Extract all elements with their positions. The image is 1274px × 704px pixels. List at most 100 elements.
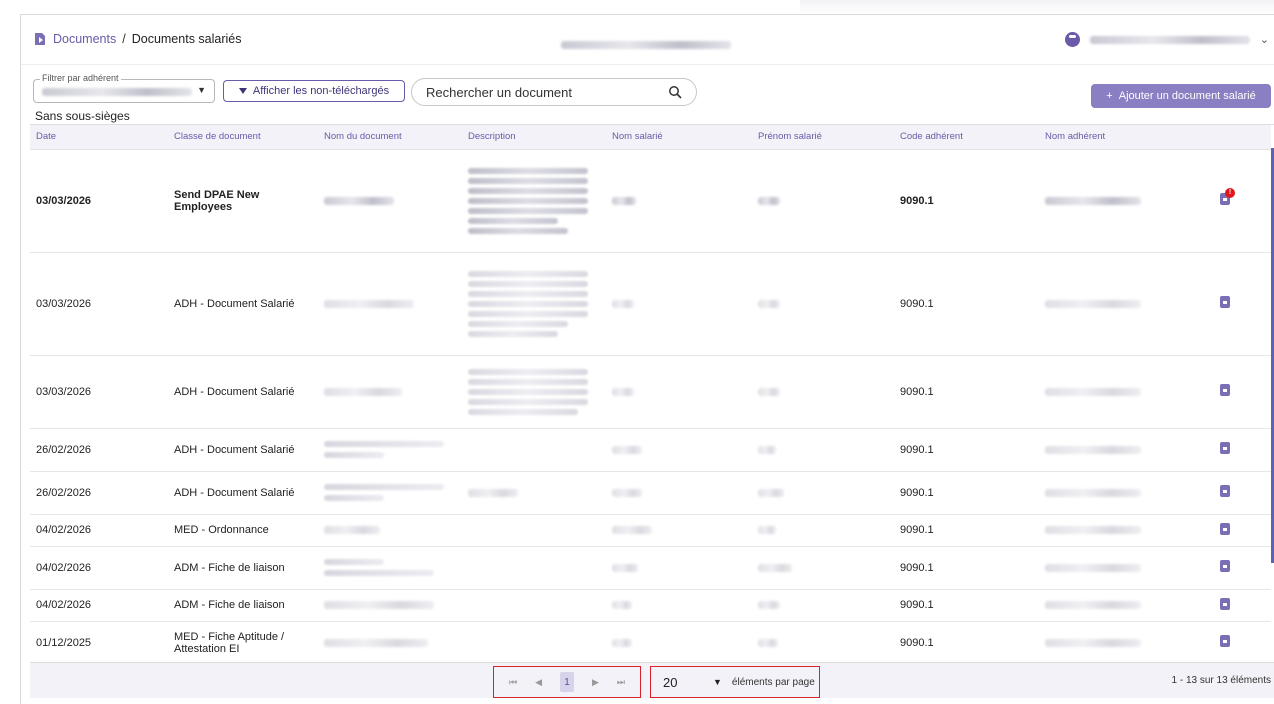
breadcrumb-documents-link[interactable]: Documents	[53, 32, 116, 46]
cell-member-code: 9090.1	[894, 355, 1039, 429]
column-header-employee-first-name[interactable]: Prénom salarié	[752, 125, 894, 150]
table-header-row: Date Classe de document Nom du document …	[30, 125, 1271, 150]
download-document-icon[interactable]	[1220, 522, 1230, 535]
cell-description-empty	[462, 514, 606, 547]
items-per-page-value[interactable]: 20	[663, 675, 703, 690]
filter-bar: Filtrer par adhérent ▼ Afficher les non-…	[21, 65, 1274, 113]
cell-member-name-redacted	[1039, 621, 1179, 662]
cell-member-code: 9090.1	[894, 149, 1039, 253]
download-document-icon[interactable]	[1220, 560, 1230, 572]
document-icon	[35, 33, 45, 45]
download-document-icon[interactable]	[1220, 384, 1230, 396]
previous-page-icon[interactable]: ◀	[535, 677, 542, 688]
items-per-page-selector[interactable]: 20 ▼ éléments par page	[650, 666, 820, 698]
cell-document-name-redacted	[318, 428, 462, 472]
first-page-icon[interactable]: ⏮	[509, 677, 517, 688]
cell-employee-last-name-redacted	[606, 514, 752, 547]
items-per-page-label: éléments par page	[731, 676, 815, 688]
column-header-document-class[interactable]: Classe de document	[168, 125, 318, 150]
download-document-icon[interactable]: !	[1220, 188, 1235, 205]
cell-document-class-line1: MED - Fiche Aptitude /	[174, 630, 285, 643]
column-header-member-code[interactable]: Code adhérent	[894, 125, 1039, 150]
cell-document-class: MED - Ordonnance	[168, 514, 318, 547]
company-title-redacted	[561, 36, 731, 54]
cell-date: 04/02/2026	[30, 589, 168, 622]
cell-date: 04/02/2026	[30, 514, 168, 547]
table-row[interactable]: 04/02/2026 ADM - Fiche de liaison 9090.1	[30, 589, 1271, 622]
cell-member-name-redacted	[1039, 428, 1179, 472]
column-header-date[interactable]: Date	[30, 125, 168, 150]
cell-member-name-redacted	[1039, 471, 1179, 515]
cell-document-class: ADH - Document Salarié	[168, 471, 318, 515]
add-employee-document-button[interactable]: + Ajouter un document salarié	[1091, 84, 1271, 108]
cell-employee-last-name-redacted	[606, 149, 752, 253]
table-row[interactable]: 04/02/2026 ADM - Fiche de liaison 9090.1	[30, 546, 1271, 590]
cell-document-name-redacted	[318, 252, 462, 356]
cell-member-name-redacted	[1039, 149, 1179, 253]
search-input[interactable]	[426, 85, 656, 100]
adherent-value-redacted	[42, 88, 192, 96]
section-label: Sans sous-sièges	[35, 109, 130, 123]
cell-employee-first-name-redacted	[752, 252, 894, 356]
add-employee-document-label: Ajouter un document salarié	[1118, 90, 1256, 102]
cell-date: 03/03/2026	[30, 149, 168, 253]
table-row[interactable]: 26/02/2026 ADH - Document Salarié 9090.1	[30, 471, 1271, 515]
cell-employee-last-name-redacted	[606, 471, 752, 515]
table-row[interactable]: 03/03/2026 Send DPAE New Employees 9090.…	[30, 149, 1271, 253]
column-header-employee-last-name[interactable]: Nom salarié	[606, 125, 752, 150]
table-row[interactable]: 03/03/2026 ADH - Document Salarié 9090.1	[30, 355, 1271, 429]
cell-description-empty	[462, 428, 606, 472]
user-menu[interactable]: ⌄	[1064, 32, 1269, 47]
column-header-document-name[interactable]: Nom du document	[318, 125, 462, 150]
cell-employee-last-name-redacted	[606, 355, 752, 429]
cell-date: 01/12/2025	[30, 621, 168, 662]
cell-member-name-redacted	[1039, 546, 1179, 590]
last-page-icon[interactable]: ⏭	[617, 677, 625, 688]
download-document-icon[interactable]	[1220, 485, 1230, 497]
cell-document-class: ADH - Document Salarié	[168, 428, 318, 472]
column-header-member-name[interactable]: Nom adhérent	[1039, 125, 1179, 150]
cell-employee-first-name-redacted	[752, 621, 894, 662]
cell-description-empty	[462, 621, 606, 662]
search-icon[interactable]	[668, 85, 682, 99]
cell-date: 03/03/2026	[30, 355, 168, 429]
cell-member-code: 9090.1	[894, 621, 1039, 662]
column-header-description[interactable]: Description	[462, 125, 606, 150]
next-page-icon[interactable]: ▶	[592, 677, 599, 688]
cell-document-name-redacted	[318, 589, 462, 622]
cell-document-class: Send DPAE New Employees	[168, 149, 318, 253]
cell-employee-last-name-redacted	[606, 546, 752, 590]
pagination-controls: ⏮ ◀ 1 ▶ ⏭	[493, 666, 641, 698]
download-document-icon[interactable]	[1220, 597, 1230, 610]
search-box[interactable]	[411, 78, 697, 106]
cell-actions	[1179, 589, 1271, 622]
download-document-icon[interactable]	[1220, 296, 1230, 308]
dropdown-caret-icon: ▼	[197, 85, 206, 95]
cell-member-code: 9090.1	[894, 428, 1039, 472]
download-document-icon[interactable]	[1220, 442, 1230, 454]
adherent-filter-select[interactable]: Filtrer par adhérent ▼	[33, 73, 215, 103]
cell-member-code: 9090.1	[894, 252, 1039, 356]
page-number-button[interactable]: 1	[559, 672, 574, 692]
cell-description-empty	[462, 589, 606, 622]
table-row[interactable]: 04/02/2026 MED - Ordonnance 9090.1	[30, 514, 1271, 547]
download-document-icon[interactable]	[1220, 635, 1230, 647]
cell-date: 03/03/2026	[30, 252, 168, 356]
cell-document-class: ADH - Document Salarié	[168, 355, 318, 429]
filter-icon	[238, 88, 247, 94]
dropdown-caret-icon[interactable]: ▼	[713, 677, 722, 687]
cell-member-name-redacted	[1039, 514, 1179, 547]
breadcrumb-current: Documents salariés	[131, 32, 242, 46]
show-not-downloaded-button[interactable]: Afficher les non-téléchargés	[223, 80, 405, 102]
cell-document-class: ADM - Fiche de liaison	[168, 546, 318, 590]
cell-document-name-redacted	[318, 546, 462, 590]
cell-member-name-redacted	[1039, 252, 1179, 356]
table-row[interactable]: 01/12/2025 MED - Fiche Aptitude / Attest…	[30, 621, 1271, 662]
cell-employee-first-name-redacted	[752, 471, 894, 515]
table-row[interactable]: 26/02/2026 ADH - Document Salarié 9090.1	[30, 428, 1271, 472]
user-name-redacted	[1089, 35, 1250, 44]
table-row[interactable]: 03/03/2026 ADH - Document Salarié 9090.1	[30, 252, 1271, 356]
documents-table: Date Classe de document Nom du document …	[30, 125, 1271, 662]
cell-actions	[1179, 546, 1271, 590]
window-shadow	[800, 0, 1274, 14]
